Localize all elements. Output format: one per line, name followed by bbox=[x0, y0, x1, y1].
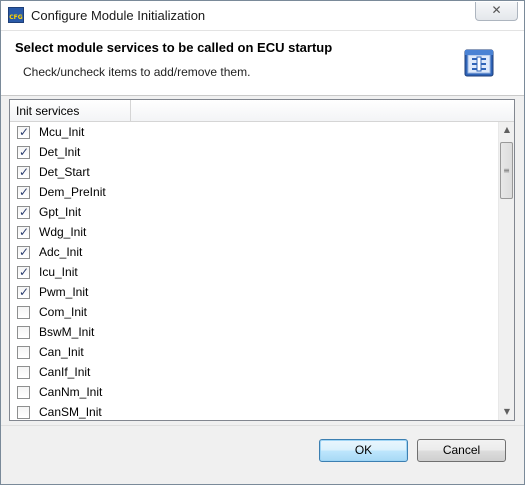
service-row[interactable]: Pwm_Init bbox=[10, 282, 498, 302]
service-label: Can_Init bbox=[39, 345, 84, 359]
service-row[interactable]: Can_Init bbox=[10, 342, 498, 362]
close-button[interactable]: ✕ bbox=[475, 2, 518, 21]
scroll-down-arrow-icon[interactable]: ▼ bbox=[499, 404, 514, 420]
footer-separator bbox=[1, 425, 524, 426]
service-row[interactable]: Det_Init bbox=[10, 142, 498, 162]
service-row[interactable]: Wdg_Init bbox=[10, 222, 498, 242]
service-row[interactable]: Dem_PreInit bbox=[10, 182, 498, 202]
service-checkbox[interactable] bbox=[17, 406, 30, 419]
service-checkbox[interactable] bbox=[17, 245, 30, 259]
scrollbar-thumb[interactable]: ≡ bbox=[500, 142, 513, 199]
title-bar: CFG Configure Module Initialization ✕ bbox=[1, 1, 524, 31]
dialog-header: Select module services to be called on E… bbox=[1, 31, 524, 96]
service-checkbox[interactable] bbox=[17, 285, 30, 299]
init-services-table: Init services Mcu_Init Det_Init Det_Start D… bbox=[9, 99, 515, 421]
service-checkbox[interactable] bbox=[17, 185, 30, 199]
service-checkbox[interactable] bbox=[17, 125, 30, 139]
close-icon: ✕ bbox=[491, 3, 502, 17]
service-checkbox[interactable] bbox=[17, 165, 30, 179]
service-label: Gpt_Init bbox=[39, 205, 82, 219]
vertical-scrollbar[interactable]: ▲ ≡ ▼ bbox=[498, 122, 514, 420]
service-label: Dem_PreInit bbox=[39, 185, 106, 199]
service-row[interactable]: CanIf_Init bbox=[10, 362, 498, 382]
service-row[interactable]: Adc_Init bbox=[10, 242, 498, 262]
service-row[interactable]: BswM_Init bbox=[10, 322, 498, 342]
scroll-up-arrow-icon[interactable]: ▲ bbox=[499, 122, 514, 138]
table-header: Init services bbox=[10, 100, 514, 122]
service-checkbox[interactable] bbox=[17, 326, 30, 339]
service-label: CanIf_Init bbox=[39, 365, 91, 379]
service-checkbox[interactable] bbox=[17, 366, 30, 379]
service-row[interactable]: Com_Init bbox=[10, 302, 498, 322]
header-subtitle: Check/uncheck items to add/remove them. bbox=[23, 65, 251, 79]
service-label: Mcu_Init bbox=[39, 125, 85, 139]
service-row[interactable]: CanNm_Init bbox=[10, 382, 498, 402]
service-label: Adc_Init bbox=[39, 245, 83, 259]
service-label: Wdg_Init bbox=[39, 225, 87, 239]
service-row[interactable]: Icu_Init bbox=[10, 262, 498, 282]
service-label: Det_Init bbox=[39, 145, 81, 159]
service-row[interactable]: CanSM_Init bbox=[10, 402, 498, 420]
cancel-button[interactable]: Cancel bbox=[417, 439, 506, 462]
service-checkbox[interactable] bbox=[17, 386, 30, 399]
column-divider[interactable] bbox=[130, 100, 131, 121]
service-row[interactable]: Mcu_Init bbox=[10, 122, 498, 142]
cfg-app-icon: CFG bbox=[8, 7, 24, 23]
service-checkbox[interactable] bbox=[17, 225, 30, 239]
ok-button[interactable]: OK bbox=[319, 439, 408, 462]
service-checkbox[interactable] bbox=[17, 205, 30, 219]
app-icon-text: CFG bbox=[9, 14, 23, 21]
service-checkbox[interactable] bbox=[17, 265, 30, 279]
service-label: Det_Start bbox=[39, 165, 90, 179]
service-label: BswM_Init bbox=[39, 325, 95, 339]
service-checkbox[interactable] bbox=[17, 306, 30, 319]
dialog-window: CFG Configure Module Initialization ✕ Se… bbox=[0, 0, 525, 485]
service-checkbox[interactable] bbox=[17, 346, 30, 359]
service-checkbox[interactable] bbox=[17, 145, 30, 159]
column-header-init-services[interactable]: Init services bbox=[16, 104, 79, 118]
service-label: Icu_Init bbox=[39, 265, 78, 279]
service-label: Pwm_Init bbox=[39, 285, 89, 299]
service-label: CanSM_Init bbox=[39, 405, 102, 419]
service-list: Mcu_Init Det_Init Det_Start Dem_PreInit Gpt_… bbox=[10, 122, 498, 420]
service-label: CanNm_Init bbox=[39, 385, 103, 399]
window-title: Configure Module Initialization bbox=[31, 8, 206, 23]
service-label: Com_Init bbox=[39, 305, 88, 319]
header-title: Select module services to be called on E… bbox=[15, 40, 333, 55]
service-row[interactable]: Gpt_Init bbox=[10, 202, 498, 222]
service-row[interactable]: Det_Start bbox=[10, 162, 498, 182]
configuration-wizard-icon bbox=[464, 49, 494, 77]
